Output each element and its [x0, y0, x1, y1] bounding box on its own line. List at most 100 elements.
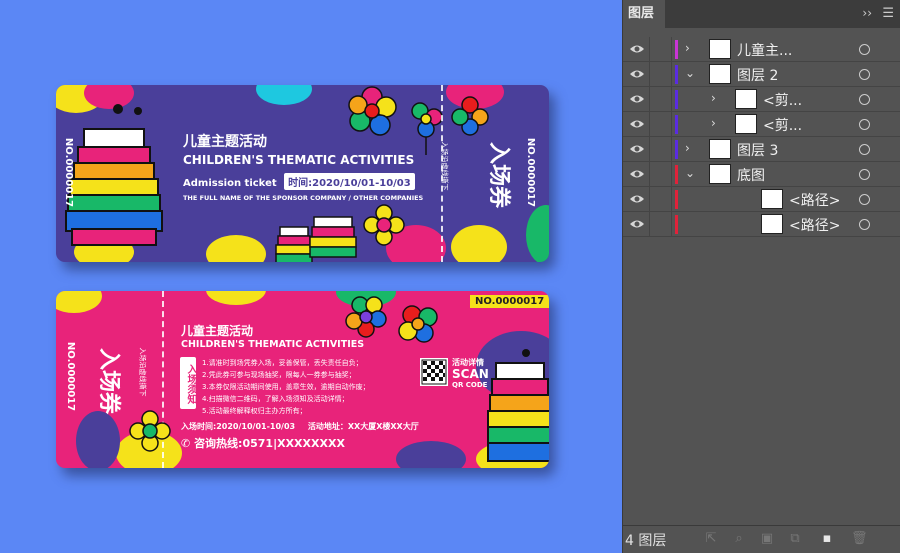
- ticket-title-en: CHILDREN'S THEMATIC ACTIVITIES: [183, 153, 415, 167]
- blob-decoration: [76, 411, 120, 468]
- eye-visibility-icon[interactable]: [629, 92, 645, 106]
- new-sublayer-icon[interactable]: ⧉: [787, 531, 803, 547]
- eye-visibility-icon[interactable]: [629, 217, 645, 231]
- ticket-bottom[interactable]: NO.0000017 NO.0000017 入场券 入场沿虚线撕下 儿童主题活动…: [56, 291, 549, 468]
- rules-list: 1.请准时到场凭券入场，妥善保管，丢失责任自负； 2.凭此券可参与现场抽奖，限每…: [202, 357, 370, 417]
- chevron-right-icon[interactable]: ›: [685, 41, 690, 55]
- layer-color-bar: [675, 190, 678, 209]
- column-divider: [649, 212, 650, 236]
- eye-visibility-icon[interactable]: [629, 42, 645, 56]
- column-divider: [649, 62, 650, 86]
- layer-label[interactable]: <路径>: [789, 190, 840, 210]
- chevron-down-icon[interactable]: ⌄: [685, 166, 695, 180]
- layer-row[interactable]: › <剪...: [623, 87, 900, 112]
- blob-decoration: [396, 441, 466, 468]
- column-divider: [649, 162, 650, 186]
- panel-tabbar: 图层 ›› ☰: [623, 0, 900, 28]
- new-layer-icon[interactable]: ▪: [819, 531, 835, 547]
- eye-visibility-icon[interactable]: [629, 67, 645, 81]
- layer-row[interactable]: ⌄ 底图: [623, 162, 900, 187]
- serial-number-right: NO.0000017: [525, 137, 537, 208]
- layer-row[interactable]: <路径>: [623, 187, 900, 212]
- layer-label[interactable]: <剪...: [763, 90, 802, 110]
- layer-label[interactable]: 底图: [737, 165, 765, 185]
- layer-color-bar: [675, 215, 678, 234]
- target-circle-icon[interactable]: [859, 119, 870, 130]
- notice-label: 入场须知: [180, 357, 196, 409]
- target-circle-icon[interactable]: [859, 69, 870, 80]
- column-divider: [649, 112, 650, 136]
- layer-label[interactable]: <路径>: [789, 215, 840, 235]
- layer-label[interactable]: 图层 2: [737, 65, 778, 85]
- clipping-mask-icon[interactable]: ▣: [759, 531, 775, 547]
- column-divider: [671, 87, 672, 111]
- target-circle-icon[interactable]: [859, 94, 870, 105]
- serial-number-left: NO.0000017: [63, 137, 75, 208]
- target-circle-icon[interactable]: [859, 44, 870, 55]
- ticket-title-cn: 儿童主题活动: [181, 324, 254, 338]
- hotline: 咨询热线:0571|XXXXXXXX: [194, 437, 345, 450]
- blob-decoration: [206, 291, 266, 305]
- layer-row[interactable]: ⌄ 图层 2: [623, 62, 900, 87]
- column-divider: [649, 37, 650, 61]
- search-icon[interactable]: ⌕: [731, 531, 747, 547]
- export-icon[interactable]: ⇱: [703, 531, 719, 547]
- layer-color-bar: [675, 65, 678, 84]
- layer-thumbnail: [709, 139, 731, 159]
- qr-scan: SCAN: [452, 367, 489, 381]
- phone-icon: ✆: [181, 437, 191, 450]
- column-divider: [671, 37, 672, 61]
- column-divider: [649, 87, 650, 111]
- ticket-title-en: CHILDREN'S THEMATIC ACTIVITIES: [181, 339, 365, 350]
- column-divider: [671, 162, 672, 186]
- eye-visibility-icon[interactable]: [629, 142, 645, 156]
- rule-item: 4.扫描微信二维码，了解入场须知及活动详情；: [202, 395, 349, 403]
- layer-row[interactable]: › 图层 3: [623, 137, 900, 162]
- layer-label[interactable]: 儿童主...: [737, 40, 792, 60]
- layer-thumbnail: [735, 89, 757, 109]
- blob-decoration: [256, 85, 312, 105]
- rainbow-cake-illustration: [65, 104, 163, 246]
- target-circle-icon[interactable]: [859, 169, 870, 180]
- column-divider: [671, 212, 672, 236]
- qr-code-label: QR CODE: [452, 381, 488, 389]
- rule-item: 5.活动最终解释权归主办方所有；: [202, 407, 307, 415]
- qr-code-placeholder: [420, 358, 448, 386]
- layer-label[interactable]: <剪...: [763, 115, 802, 135]
- serial-number-top: NO.0000017: [470, 295, 549, 308]
- chevron-right-icon[interactable]: ›: [685, 141, 690, 155]
- entry-label: 入场券: [486, 141, 512, 209]
- layer-row[interactable]: <路径>: [623, 212, 900, 237]
- blob-decoration: [56, 291, 102, 313]
- double-chevron-right-icon[interactable]: ››: [862, 6, 872, 20]
- rule-item: 2.凭此券可参与现场抽奖，限每人一券参与抽奖；: [202, 371, 356, 379]
- rule-item: 1.请准时到场凭券入场，妥善保管，丢失责任自负；: [202, 359, 363, 367]
- eye-visibility-icon[interactable]: [629, 192, 645, 206]
- eye-visibility-icon[interactable]: [629, 167, 645, 181]
- flower-illustration: [345, 296, 387, 338]
- ticket-title-cn: 儿童主题活动: [183, 134, 267, 150]
- tear-hint: 入场沿虚线撕下: [440, 141, 449, 191]
- column-divider: [649, 187, 650, 211]
- chevron-down-icon[interactable]: ⌄: [685, 66, 695, 80]
- blob-decoration: [526, 205, 549, 262]
- tab-layers[interactable]: 图层: [623, 0, 665, 28]
- layer-label[interactable]: 图层 3: [737, 140, 778, 160]
- trash-icon[interactable]: 🗑: [851, 531, 868, 547]
- target-circle-icon[interactable]: [859, 219, 870, 230]
- chevron-right-icon[interactable]: ›: [711, 91, 716, 105]
- admission-label: Admission ticket: [183, 178, 277, 189]
- eye-visibility-icon[interactable]: [629, 117, 645, 131]
- hamburger-menu-icon[interactable]: ☰: [882, 6, 894, 21]
- flower-illustration: [363, 204, 405, 246]
- target-circle-icon[interactable]: [859, 194, 870, 205]
- target-circle-icon[interactable]: [859, 144, 870, 155]
- layer-row[interactable]: › <剪...: [623, 112, 900, 137]
- chevron-right-icon[interactable]: ›: [711, 116, 716, 130]
- ticket-top[interactable]: NO.0000017 儿童主题活动 CHILDREN'S THEMATIC AC…: [56, 85, 549, 262]
- rainbow-cake-illustration: [487, 349, 549, 462]
- layer-color-bar: [675, 165, 678, 184]
- layer-row[interactable]: › 儿童主...: [623, 37, 900, 62]
- layers-panel: 图层 ›› ☰ › 儿童主... ⌄ 图层 2 › <剪... › <剪... › 图层 3 ⌄ 底图…: [622, 0, 900, 553]
- layer-thumbnail: [709, 64, 731, 84]
